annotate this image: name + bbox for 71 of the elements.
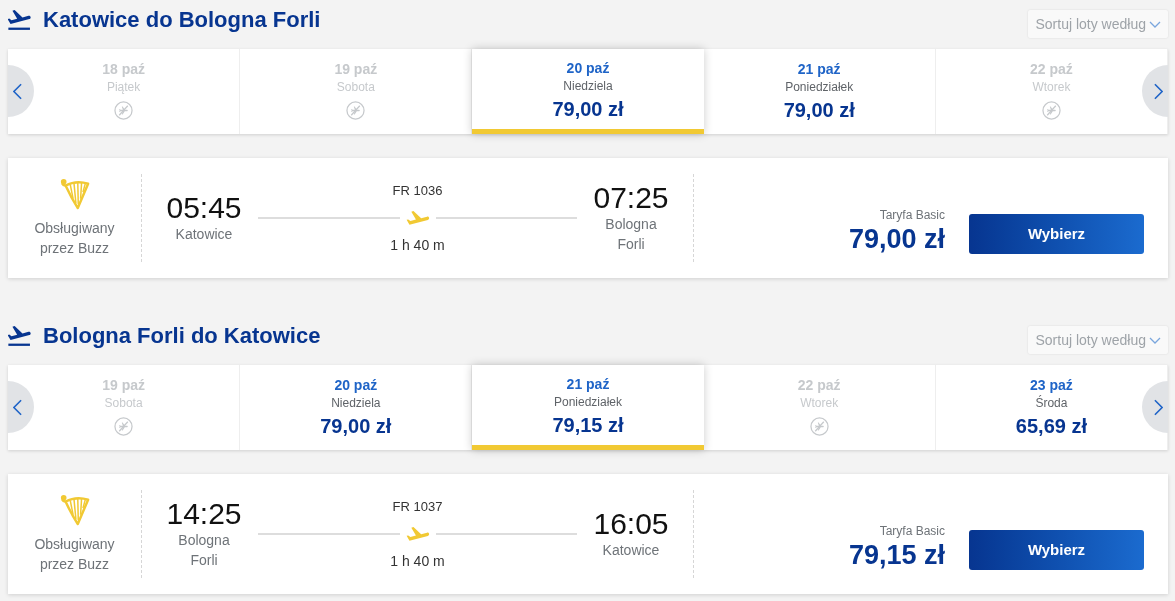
flight-duration: 1 h 40 m <box>390 236 445 254</box>
no-flights-icon <box>114 417 134 436</box>
chevron-right-icon <box>1154 398 1163 416</box>
departure-city: Katowice <box>174 225 234 244</box>
harp-logo-icon <box>59 178 90 210</box>
date-text: 22 paź <box>797 376 841 394</box>
sort-label: Sortuj loty według <box>1035 14 1146 34</box>
select-button[interactable]: Wybierz <box>969 530 1144 570</box>
no-flights-icon <box>346 101 366 120</box>
fare-price: 79,15 zł <box>552 413 624 438</box>
weekday-text: Wtorek <box>800 395 839 411</box>
departure-time: 14:25 <box>166 498 242 530</box>
weekday-text: Środa <box>1035 395 1068 411</box>
departure-city: Bologna Forli <box>177 531 231 570</box>
plane-icon <box>405 211 430 225</box>
plane-icon <box>405 527 430 541</box>
date-text: 22 paź <box>1030 60 1073 78</box>
flight-number: FR 1036 <box>392 182 443 200</box>
fare-name: Taryfa Basic <box>879 523 945 539</box>
weekday-text: Niedziela <box>331 395 381 411</box>
no-flights-icon <box>1041 101 1061 120</box>
weekday-text: Poniedziałek <box>554 394 623 410</box>
date-text: 20 paź <box>566 59 610 77</box>
no-flights-icon <box>114 101 134 120</box>
no-flights-icon <box>809 417 829 436</box>
weekday-text: Wtorek <box>1032 79 1071 95</box>
chevron-left-icon <box>13 82 22 100</box>
weekday-text: Sobota <box>104 395 143 411</box>
date-text: 21 paź <box>566 375 610 393</box>
plane-takeoff-icon <box>8 326 31 346</box>
chevron-down-icon <box>1149 20 1161 28</box>
harp-logo-icon <box>59 494 90 526</box>
plane-takeoff-icon <box>8 10 31 30</box>
chevron-right-icon <box>1154 82 1163 100</box>
fare-price: 79,00 zł <box>320 414 392 439</box>
fare-name: Taryfa Basic <box>879 207 945 223</box>
date-tab[interactable]: 23 paź Środa 65,69 zł <box>935 365 1168 450</box>
date-text: 21 paź <box>797 60 841 78</box>
operator-text: Obsługiwany przez Buzz <box>33 535 116 574</box>
fare-price: 79,00 zł <box>552 97 624 122</box>
operator-text: Obsługiwany przez Buzz <box>33 219 116 258</box>
date-text: 19 paź <box>102 376 145 394</box>
section-title: Katowice do Bologna Forli <box>43 6 321 34</box>
flight-number: FR 1037 <box>392 498 443 516</box>
date-tab[interactable]: 20 paź Niedziela 79,00 zł <box>472 49 704 134</box>
departure-time: 05:45 <box>166 192 242 224</box>
weekday-text: Niedziela <box>563 78 613 94</box>
date-text: 18 paź <box>102 60 145 78</box>
arrival-city: Bologna Forli <box>604 215 658 254</box>
section-title: Bologna Forli do Katowice <box>43 322 321 350</box>
date-text: 23 paź <box>1030 376 1073 394</box>
date-tab[interactable]: 21 paź Poniedziałek 79,15 zł <box>472 365 704 450</box>
sort-label: Sortuj loty według <box>1035 330 1146 350</box>
chevron-down-icon <box>1149 336 1161 344</box>
fare-price: 79,15 zł <box>848 540 945 570</box>
flight-duration: 1 h 40 m <box>390 552 445 570</box>
fare-price: 65,69 zł <box>1015 414 1087 439</box>
fare-price: 79,00 zł <box>783 98 855 123</box>
arrival-time: 07:25 <box>593 182 669 214</box>
date-tab[interactable]: 21 paź Poniedziałek 79,00 zł <box>703 49 936 134</box>
arrival-time: 16:05 <box>593 508 669 540</box>
arrival-city: Katowice <box>601 541 661 560</box>
date-text: 20 paź <box>334 376 378 394</box>
chevron-left-icon <box>13 398 22 416</box>
weekday-text: Piątek <box>106 79 141 95</box>
fare-price: 79,00 zł <box>848 224 945 254</box>
date-tab[interactable]: 20 paź Niedziela 79,00 zł <box>240 365 473 450</box>
select-button[interactable]: Wybierz <box>969 214 1144 254</box>
date-text: 19 paź <box>334 60 378 78</box>
weekday-text: Sobota <box>336 79 375 95</box>
weekday-text: Poniedziałek <box>785 79 854 95</box>
